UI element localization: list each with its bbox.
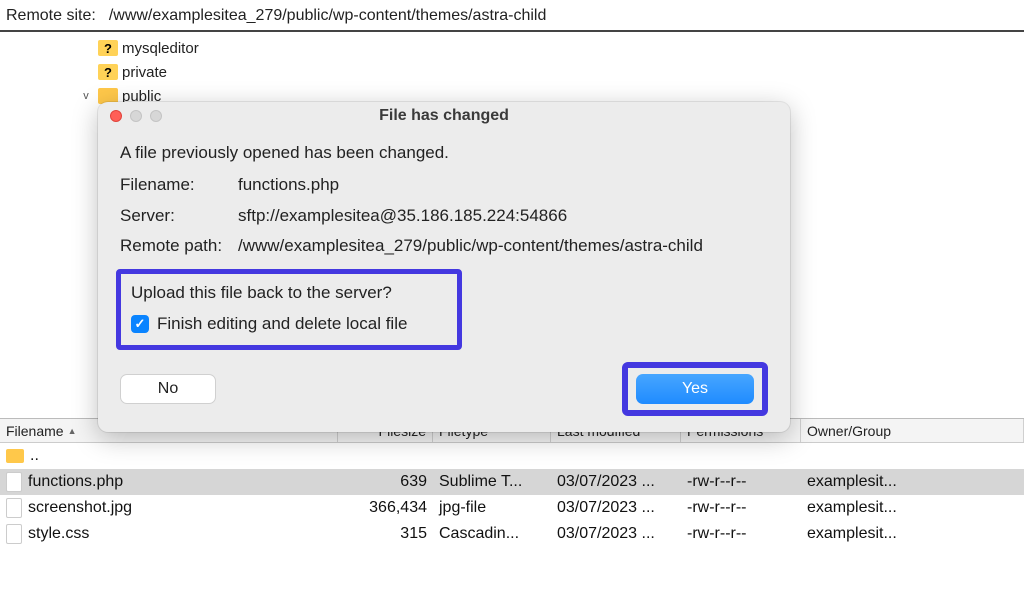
file-list: Filename ▲ Filesize Filetype Last modifi…	[0, 418, 1024, 547]
header-owner[interactable]: Owner/Group	[801, 419, 1024, 442]
server-value: sftp://examplesitea@35.186.185.224:54866	[238, 203, 768, 229]
file-modified: 03/07/2023 ...	[551, 525, 681, 543]
table-row[interactable]: screenshot.jpg 366,434 jpg-file 03/07/20…	[0, 495, 1024, 521]
filename-value: functions.php	[238, 172, 768, 198]
file-name: style.css	[28, 525, 89, 543]
file-name: screenshot.jpg	[28, 499, 132, 517]
remote-path-value: /www/examplesitea_279/public/wp-content/…	[238, 233, 768, 259]
file-permissions: -rw-r--r--	[681, 499, 801, 517]
table-row-parent[interactable]: ..	[0, 443, 1024, 469]
tree-item[interactable]: ? private	[78, 60, 1024, 84]
folder-unknown-icon: ?	[98, 64, 118, 80]
finish-editing-checkbox-row[interactable]: ✓ Finish editing and delete local file	[131, 311, 447, 337]
file-owner: examplesit...	[801, 525, 1024, 543]
tree-expander[interactable]: v	[78, 90, 94, 102]
dialog-title: File has changed	[98, 107, 790, 125]
dialog-message: A file previously opened has been change…	[120, 140, 768, 166]
file-owner: examplesit...	[801, 499, 1024, 517]
sort-asc-icon: ▲	[64, 426, 77, 436]
upload-prompt: Upload this file back to the server?	[131, 280, 447, 306]
file-modified: 03/07/2023 ...	[551, 473, 681, 491]
file-size: 639	[338, 473, 433, 491]
file-icon	[6, 498, 22, 518]
remote-tree: ? mysqleditor ? private v public	[0, 32, 1024, 110]
header-filename-label: Filename	[6, 423, 64, 439]
table-row[interactable]: style.css 315 Cascadin... 03/07/2023 ...…	[0, 521, 1024, 547]
tree-item-label: mysqleditor	[122, 40, 199, 57]
remote-path-label: Remote path:	[120, 233, 238, 259]
close-icon[interactable]	[110, 110, 122, 122]
file-type: Sublime T...	[433, 473, 551, 491]
file-permissions: -rw-r--r--	[681, 473, 801, 491]
filename-label: Filename:	[120, 172, 238, 198]
dialog-body: A file previously opened has been change…	[98, 130, 790, 350]
file-type: Cascadin...	[433, 525, 551, 543]
file-changed-dialog: File has changed A file previously opene…	[98, 102, 790, 432]
finish-editing-label: Finish editing and delete local file	[157, 311, 407, 337]
dialog-titlebar: File has changed	[98, 102, 790, 130]
file-size: 366,434	[338, 499, 433, 517]
file-icon	[6, 524, 22, 544]
checkbox-checked-icon[interactable]: ✓	[131, 315, 149, 333]
folder-icon	[6, 449, 24, 463]
tree-item-label: private	[122, 64, 167, 81]
remote-site-path-input[interactable]: /www/examplesitea_279/public/wp-content/…	[104, 4, 1018, 28]
zoom-icon	[150, 110, 162, 122]
file-name: ..	[30, 447, 39, 465]
no-button[interactable]: No	[120, 374, 216, 404]
tree-item[interactable]: ? mysqleditor	[78, 36, 1024, 60]
table-row[interactable]: functions.php 639 Sublime T... 03/07/202…	[0, 469, 1024, 495]
upload-prompt-highlight: Upload this file back to the server? ✓ F…	[116, 269, 462, 350]
remote-site-label: Remote site:	[6, 7, 96, 25]
folder-unknown-icon: ?	[98, 40, 118, 56]
file-modified: 03/07/2023 ...	[551, 499, 681, 517]
window-traffic-lights	[110, 110, 162, 122]
file-type: jpg-file	[433, 499, 551, 517]
remote-site-bar: Remote site: /www/examplesitea_279/publi…	[0, 0, 1024, 32]
yes-button-highlight: Yes	[622, 362, 768, 416]
server-label: Server:	[120, 203, 238, 229]
dialog-button-row: No Yes	[98, 350, 790, 416]
file-icon	[6, 472, 22, 492]
file-size: 315	[338, 525, 433, 543]
yes-button[interactable]: Yes	[636, 374, 754, 404]
file-permissions: -rw-r--r--	[681, 525, 801, 543]
file-name: functions.php	[28, 473, 123, 491]
minimize-icon	[130, 110, 142, 122]
file-owner: examplesit...	[801, 473, 1024, 491]
